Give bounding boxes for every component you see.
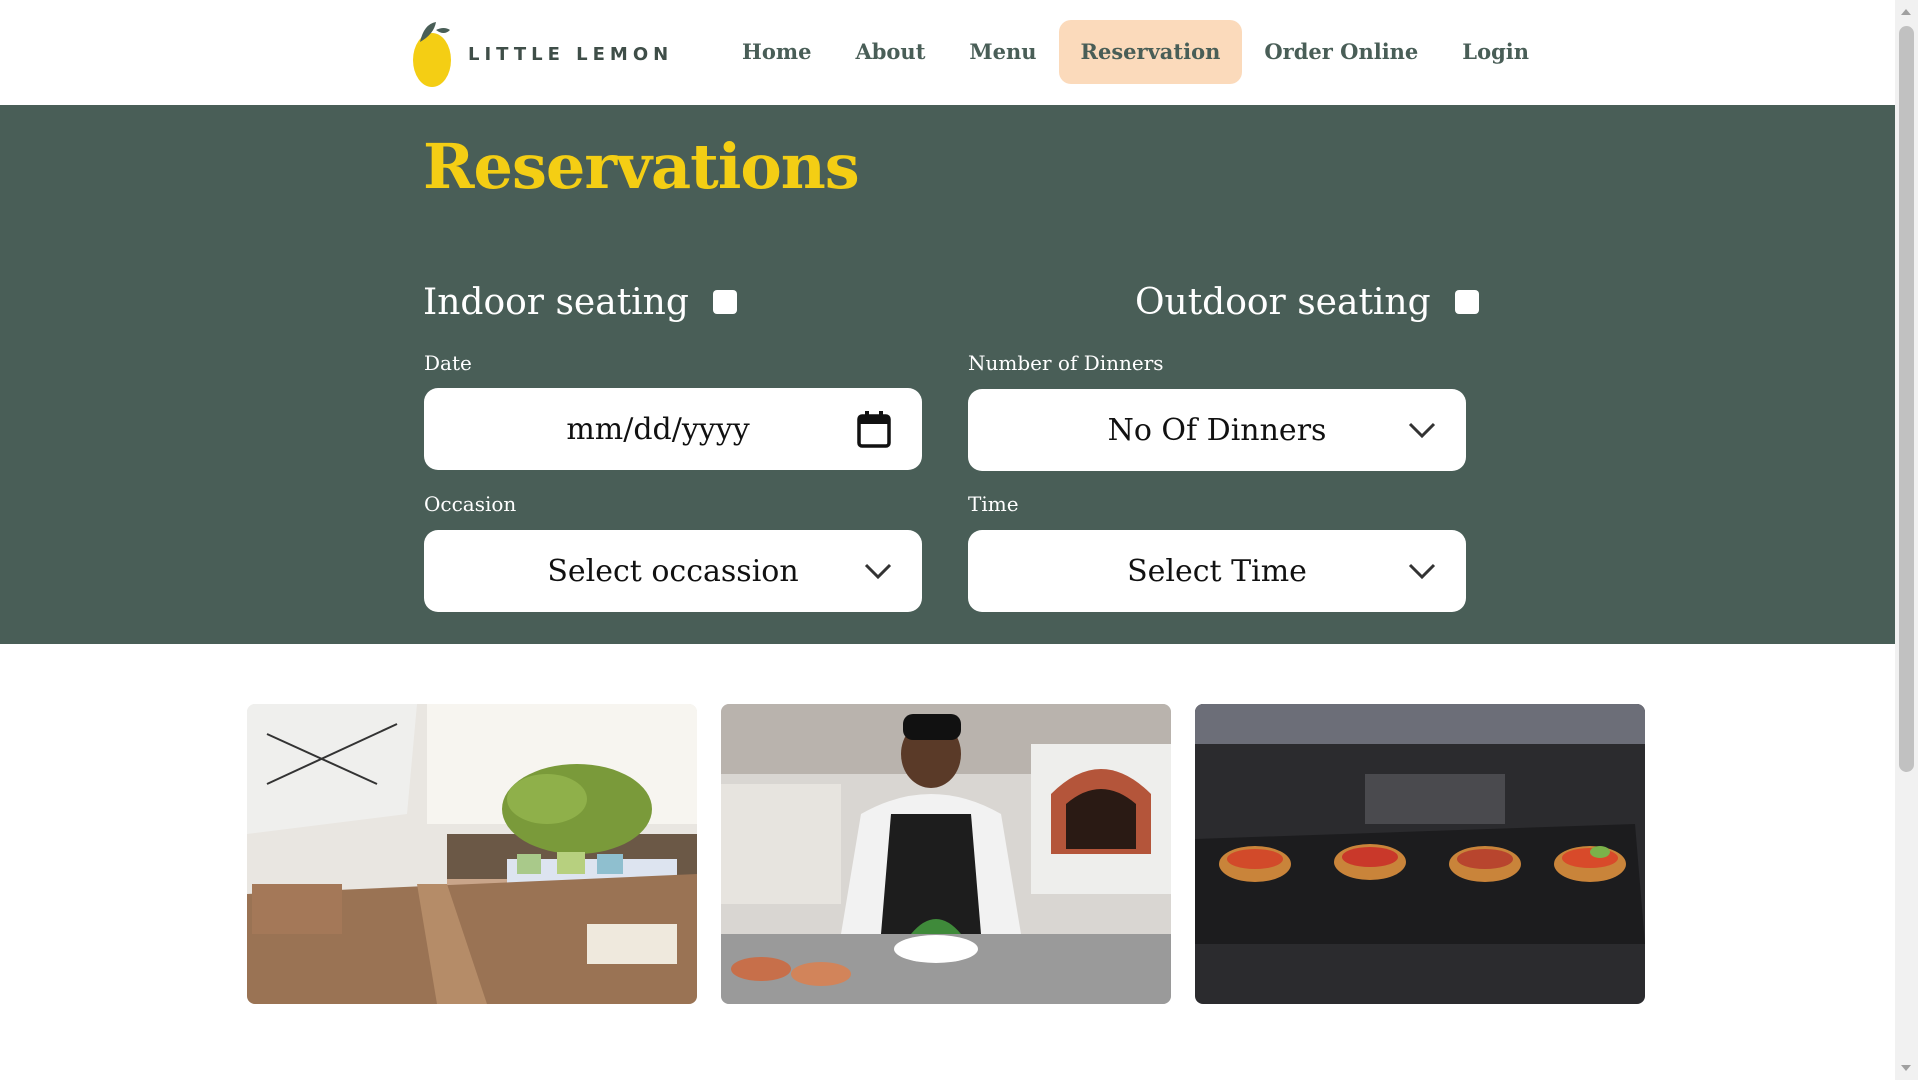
occasion-label: Occasion xyxy=(424,492,517,516)
indoor-seating-label: Indoor seating xyxy=(423,281,689,323)
reservation-section xyxy=(0,105,1895,644)
nav-home[interactable]: Home xyxy=(720,20,833,84)
date-label: Date xyxy=(424,351,472,375)
chevron-down-icon xyxy=(1408,562,1436,580)
dinners-select[interactable]: No Of Dinners xyxy=(968,389,1466,471)
lemon-logo-icon xyxy=(413,22,451,87)
nav-menu[interactable]: Menu xyxy=(947,20,1058,84)
main-nav: Home About Menu Reservation Order Online… xyxy=(720,20,1551,84)
restaurant-terrace-image xyxy=(247,704,697,1004)
occasion-selected-value: Select occassion xyxy=(547,553,799,589)
outdoor-seating-label: Outdoor seating xyxy=(1135,281,1431,323)
outdoor-seating-option: Outdoor seating xyxy=(1135,276,1479,328)
chevron-down-icon xyxy=(864,562,892,580)
time-selected-value: Select Time xyxy=(1127,553,1307,589)
time-label: Time xyxy=(968,492,1019,516)
page-scrollbar[interactable] xyxy=(1895,0,1918,1080)
nav-login[interactable]: Login xyxy=(1440,20,1551,84)
nav-about[interactable]: About xyxy=(833,20,947,84)
nav-reservation[interactable]: Reservation xyxy=(1058,20,1243,84)
occasion-select[interactable]: Select occassion xyxy=(424,530,922,612)
dinners-selected-value: No Of Dinners xyxy=(1107,412,1327,448)
calendar-icon[interactable] xyxy=(856,409,892,449)
site-header: LITTLE LEMON Home About Menu Reservation… xyxy=(0,0,1895,105)
brand-name: LITTLE LEMON xyxy=(468,43,674,65)
time-select[interactable]: Select Time xyxy=(968,530,1466,612)
dinners-label: Number of Dinners xyxy=(968,351,1164,375)
outdoor-seating-checkbox[interactable] xyxy=(1454,290,1479,314)
nav-order-online[interactable]: Order Online xyxy=(1242,20,1440,84)
scroll-up-icon[interactable] xyxy=(1901,9,1911,15)
logo[interactable]: LITTLE LEMON xyxy=(410,18,673,90)
chevron-down-icon xyxy=(1408,421,1436,439)
date-input[interactable]: mm/dd/yyyy xyxy=(424,388,922,470)
date-placeholder: mm/dd/yyyy xyxy=(566,411,750,447)
chef-plating-image xyxy=(721,704,1171,1004)
scrollbar-thumb[interactable] xyxy=(1899,26,1914,772)
scroll-down-icon[interactable] xyxy=(1901,1065,1911,1071)
bruschetta-platter-image xyxy=(1195,704,1645,1004)
indoor-seating-option: Indoor seating xyxy=(423,276,737,328)
indoor-seating-checkbox[interactable] xyxy=(712,290,737,314)
page-title: Reservations xyxy=(423,130,860,203)
